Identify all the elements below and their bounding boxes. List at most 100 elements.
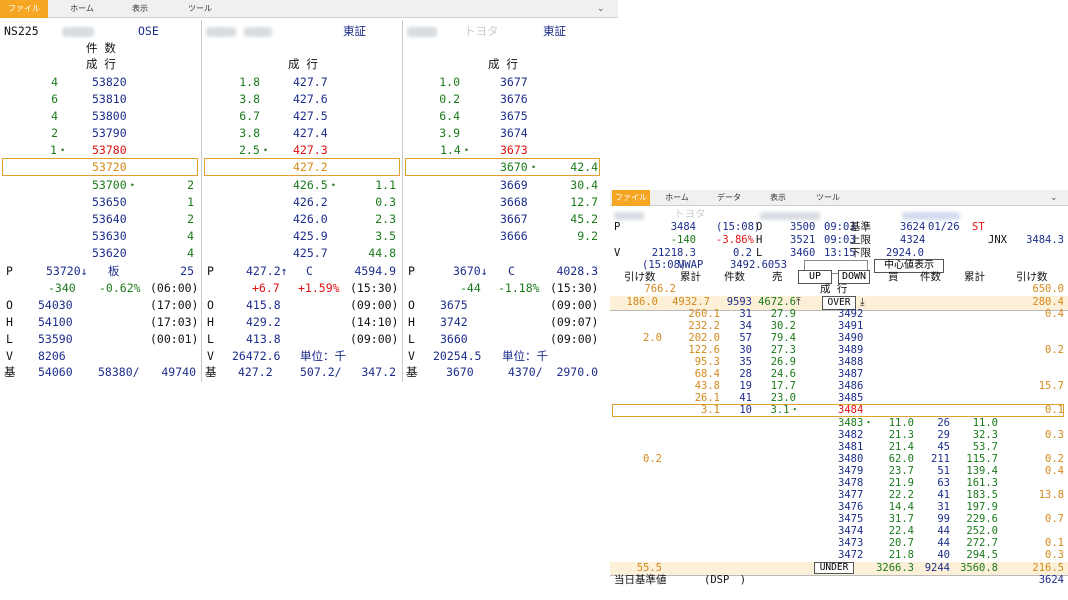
change-percent: +1.59% (298, 281, 340, 295)
ask-price[interactable]: 3487 (838, 368, 863, 380)
menu-file[interactable]: ファイル (612, 190, 650, 206)
ask-price[interactable]: 3485 (838, 392, 863, 404)
bid-price[interactable]: 426.2 (293, 195, 328, 210)
price-label: P (408, 264, 415, 278)
bid-buy: 22.4 (888, 525, 914, 537)
ask-cumulative: 26.1 (694, 392, 720, 404)
bid-price[interactable]: 3472 (838, 549, 863, 561)
ask-price[interactable]: 53790 (92, 126, 127, 141)
chevron-down-icon[interactable]: ⌄ (1050, 190, 1058, 206)
ask-qty: 2.5・ (239, 143, 272, 157)
ask-price[interactable]: 53800 (92, 109, 127, 124)
under-label: UNDER (814, 562, 854, 574)
menu-view[interactable]: 表示 (764, 190, 792, 206)
ask-price[interactable]: 3489 (838, 344, 863, 356)
high-price: 54100 (38, 315, 73, 329)
bid-price[interactable]: 425.9 (293, 229, 328, 244)
panel-divider (201, 20, 202, 382)
bid-price[interactable]: 53630 (92, 229, 127, 244)
ask-price[interactable]: 53780 (92, 143, 127, 158)
ask-price[interactable]: 427.4 (293, 126, 328, 141)
menu-tools[interactable]: ツール (814, 190, 842, 206)
ask-right-qty: 0.1 (1045, 404, 1064, 416)
ask-price[interactable]: 3676 (500, 92, 528, 107)
bid-price[interactable]: 3474 (838, 525, 863, 537)
bid-price[interactable]: 3475 (838, 513, 863, 525)
ask-price[interactable]: 427.7 (293, 75, 328, 90)
ask-price[interactable]: 3484 (838, 404, 863, 416)
bid-count: 26 (937, 417, 950, 429)
open-label: O (207, 298, 214, 312)
ask-price[interactable]: 3488 (838, 356, 863, 368)
ask-count: 10 (739, 404, 752, 416)
high-time: (09:07) (550, 315, 599, 329)
bid-price[interactable]: 53620 (92, 246, 127, 261)
limit-lower: 2970.0 (556, 365, 598, 379)
ask-price[interactable]: 3490 (838, 332, 863, 344)
change-value: -140 (670, 234, 696, 246)
chevron-down-icon[interactable]: ⌄ (597, 0, 605, 18)
bid-price[interactable]: 3477 (838, 489, 863, 501)
menu-view[interactable]: 表示 (122, 0, 158, 18)
bid-price[interactable]: 3670・ (500, 160, 539, 175)
base-price: 3670 (446, 365, 474, 379)
menu-home[interactable]: ホーム (662, 190, 692, 206)
ask-count: 57 (739, 332, 752, 344)
bid-qty: 3.5 (375, 229, 396, 243)
high-label: H (6, 315, 13, 329)
ask-price[interactable]: 3677 (500, 75, 528, 90)
bid-buy: 62.0 (888, 453, 914, 465)
menu-home[interactable]: ホーム (62, 0, 102, 18)
bid-cumulative: 53.7 (972, 441, 998, 453)
bid-price[interactable]: 3666 (500, 229, 528, 244)
ask-price[interactable]: 3675 (500, 109, 528, 124)
lower-limit-label: 下限 (850, 247, 871, 259)
bid-price[interactable]: 53650 (92, 195, 127, 210)
bid-price[interactable]: 3473 (838, 537, 863, 549)
limit-upper: 4370/ (508, 365, 543, 379)
menu-file[interactable]: ファイル (0, 0, 48, 18)
under-right-qty: 216.5 (1032, 562, 1064, 574)
menu-data[interactable]: データ (714, 190, 744, 206)
change-time: (15:30) (350, 281, 399, 295)
bid-price[interactable]: 3480 (838, 453, 863, 465)
bid-price[interactable]: 3668 (500, 195, 528, 210)
bid-price[interactable]: 53640 (92, 212, 127, 227)
bid-price[interactable]: 3482 (838, 429, 863, 441)
bid-price[interactable]: 425.7 (293, 246, 328, 261)
bid-price[interactable]: 53700・ (92, 178, 138, 193)
scroll-up-button[interactable]: UP (798, 270, 832, 284)
bid-right-qty: 13.8 (1038, 489, 1064, 501)
ask-price[interactable]: 427.3 (293, 143, 328, 158)
ask-price[interactable]: 3673 (500, 143, 528, 158)
bid-price[interactable]: 3667 (500, 212, 528, 227)
ask-price[interactable]: 3491 (838, 320, 863, 332)
under-count: 9244 (924, 562, 950, 574)
change-time: (06:00) (150, 281, 199, 295)
ask-price[interactable]: 53810 (92, 92, 127, 107)
bid-price[interactable]: 426.0 (293, 212, 328, 227)
bid-price[interactable]: 3478 (838, 477, 863, 489)
bid-price[interactable]: 3476 (838, 501, 863, 513)
bid-left-qty: 0.2 (643, 453, 662, 465)
scroll-down-button[interactable]: DOWN (838, 270, 870, 284)
ask-price[interactable]: 3492 (838, 308, 863, 320)
ask-price[interactable]: 53820 (92, 75, 127, 90)
bid-price[interactable]: 3481 (838, 441, 863, 453)
ask-price[interactable]: 3674 (500, 126, 528, 141)
under-buy: 3266.3 (876, 562, 914, 574)
bid-price[interactable]: 3483・ (838, 417, 874, 429)
ask-right-qty: 0.2 (1045, 344, 1064, 356)
bid-count: 211 (931, 453, 950, 465)
up-arrow-icon[interactable]: ⤒ (796, 296, 801, 309)
base-label: 基 (4, 365, 16, 379)
bid-price[interactable]: 3669 (500, 178, 528, 193)
menu-tools[interactable]: ツール (180, 0, 220, 18)
ask-price[interactable]: 427.5 (293, 109, 328, 124)
ask-price[interactable]: 3486 (838, 380, 863, 392)
bid-price[interactable]: 426.5・ (293, 178, 339, 193)
bid-price[interactable]: 3479 (838, 465, 863, 477)
volume-value: 26472.6 (232, 349, 281, 363)
ask-price[interactable]: 427.6 (293, 92, 328, 107)
change-value: +6.7 (252, 281, 280, 295)
